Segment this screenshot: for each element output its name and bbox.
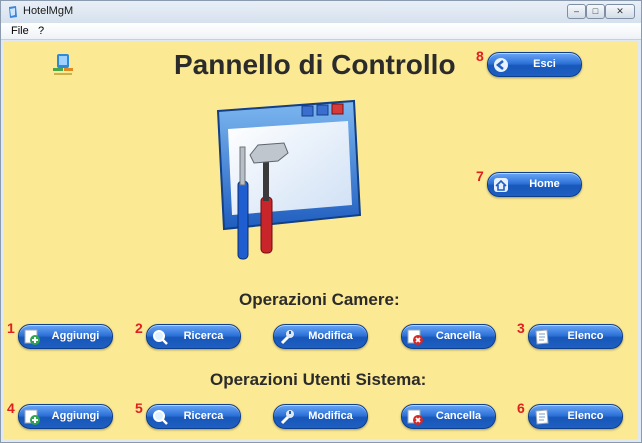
step-number: 2 xyxy=(135,320,143,336)
app-window: HotelMgM – □ ✕ File ? Pannello di Contro… xyxy=(0,0,642,443)
home-button[interactable]: Home xyxy=(487,172,582,197)
search-icon xyxy=(153,330,168,345)
utenti-elenco-button[interactable]: Elenco xyxy=(528,404,623,429)
section-title-utenti: Operazioni Utenti Sistema: xyxy=(210,370,427,389)
utenti-ricerca-button[interactable]: Ricerca xyxy=(146,404,241,429)
delete-icon xyxy=(407,409,423,425)
step-number: 5 xyxy=(135,400,143,416)
menu-bar: File ? xyxy=(1,23,641,40)
menu-file[interactable]: File xyxy=(11,25,29,37)
app-icon xyxy=(9,6,17,18)
page-title: Pannello di Controllo xyxy=(174,49,456,80)
step-number: 7 xyxy=(476,168,484,184)
camere-cancella-label: Cancella xyxy=(435,330,482,342)
step-number: 6 xyxy=(517,400,525,416)
step-number: 8 xyxy=(476,48,484,64)
utenti-cancella-button[interactable]: Cancella xyxy=(401,404,496,429)
search-icon xyxy=(153,410,168,425)
camere-ricerca-label: Ricerca xyxy=(183,330,224,342)
home-icon xyxy=(494,178,508,192)
utenti-elenco-label: Elenco xyxy=(567,410,604,422)
utenti-aggiungi-button[interactable]: Aggiungi xyxy=(18,404,113,429)
title-bar[interactable]: HotelMgM – □ ✕ xyxy=(1,1,641,23)
add-icon xyxy=(24,329,40,345)
camere-elenco-button[interactable]: Elenco xyxy=(528,324,623,349)
delete-icon xyxy=(407,329,423,345)
camere-modifica-button[interactable]: Modifica xyxy=(273,324,368,349)
maximize-button[interactable]: □ xyxy=(586,4,605,19)
utenti-cancella-label: Cancella xyxy=(435,410,482,422)
close-button[interactable]: ✕ xyxy=(605,4,635,19)
tools-window-icon xyxy=(216,99,362,260)
camere-aggiungi-button[interactable]: Aggiungi xyxy=(18,324,113,349)
section-title-camere: Operazioni Camere: xyxy=(239,290,400,309)
step-number: 1 xyxy=(7,320,15,336)
exit-icon xyxy=(494,58,508,72)
utenti-ricerca-label: Ricerca xyxy=(183,410,224,422)
utenti-aggiungi-label: Aggiungi xyxy=(51,410,100,422)
step-number: 3 xyxy=(517,320,525,336)
camere-modifica-label: Modifica xyxy=(308,330,353,342)
wrench-icon xyxy=(280,330,294,345)
camere-aggiungi-label: Aggiungi xyxy=(51,330,100,342)
camere-elenco-label: Elenco xyxy=(567,330,604,342)
control-panel: Pannello di Controllo Operazioni Camere:… xyxy=(4,41,638,439)
wrench-icon xyxy=(280,410,294,425)
exit-label: Esci xyxy=(533,58,556,70)
minimize-button[interactable]: – xyxy=(567,4,586,19)
camere-ricerca-button[interactable]: Ricerca xyxy=(146,324,241,349)
utenti-modifica-button[interactable]: Modifica xyxy=(273,404,368,429)
add-icon xyxy=(24,409,40,425)
home-label: Home xyxy=(529,178,560,190)
step-number: 4 xyxy=(7,400,15,416)
list-icon xyxy=(535,329,549,345)
utenti-modifica-label: Modifica xyxy=(308,410,353,422)
list-icon xyxy=(535,409,549,425)
camere-cancella-button[interactable]: Cancella xyxy=(401,324,496,349)
hotel-logo xyxy=(53,54,73,75)
window-title: HotelMgM xyxy=(23,5,74,17)
exit-button[interactable]: Esci xyxy=(487,52,582,77)
menu-help[interactable]: ? xyxy=(38,25,44,37)
